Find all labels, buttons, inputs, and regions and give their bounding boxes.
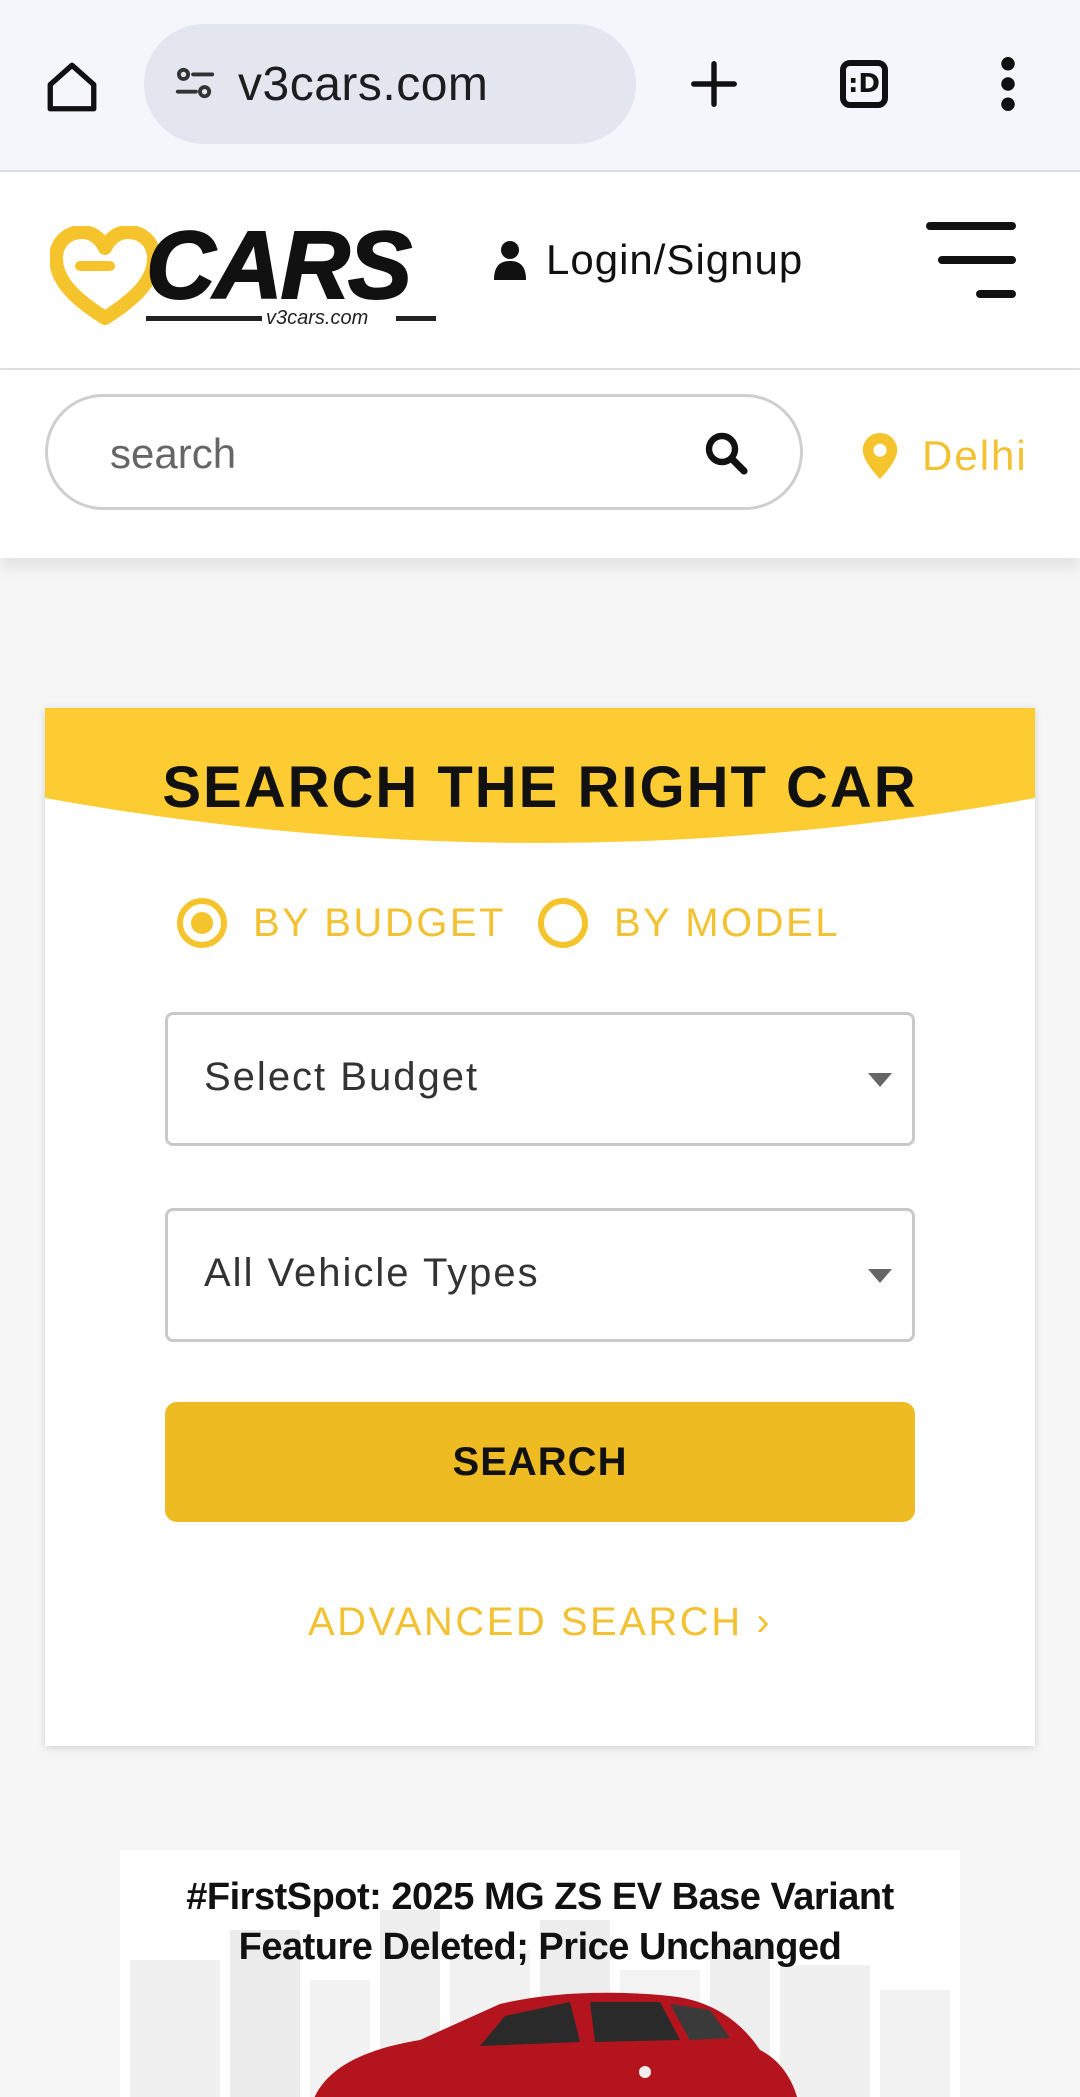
site-header: CARS v3cars.com Login/Signup (0, 172, 1080, 370)
article-banner[interactable]: #FirstSpot: 2025 MG ZS EV Base Variant F… (120, 1850, 960, 2097)
select-value: Select Budget (204, 1055, 480, 1099)
article-title-line: Feature Deleted; Price Unchanged (238, 1926, 842, 1968)
radio-label: BY BUDGET (253, 900, 506, 945)
advanced-search-link[interactable]: ADVANCED SEARCH › (45, 1600, 1035, 1645)
search-button[interactable]: SEARCH (165, 1402, 915, 1522)
menu-line-icon (976, 290, 1016, 298)
logo-heart-icon (50, 226, 160, 325)
logo-wordmark: CARS (145, 212, 413, 319)
menu-line-icon (926, 222, 1016, 230)
search-mode-options: BY BUDGET BY MODEL (177, 898, 872, 948)
radio-label: BY MODEL (613, 900, 840, 945)
search-field (45, 394, 803, 510)
vehicle-type-select[interactable]: All Vehicle Types (165, 1208, 915, 1342)
search-input[interactable] (108, 425, 672, 483)
car-image (314, 1992, 797, 2097)
card-title: SEARCH THE RIGHT CAR (162, 755, 918, 820)
budget-select[interactable]: Select Budget (165, 1012, 915, 1146)
article-title-line: #FirstSpot: 2025 MG ZS EV Base Variant (186, 1876, 894, 1918)
home-icon (47, 62, 97, 112)
site-logo[interactable]: CARS v3cars.com (50, 212, 450, 329)
article-title: #FirstSpot: 2025 MG ZS EV Base Variant F… (120, 1872, 960, 1972)
car-finder-card: SEARCH THE RIGHT CAR BY BUDGET BY MODEL … (45, 708, 1035, 1746)
tab-switcher-button[interactable]: :D (822, 42, 906, 126)
new-tab-button[interactable] (672, 42, 756, 126)
address-bar[interactable]: v3cars.com (144, 24, 636, 144)
browser-toolbar: v3cars.com :D (0, 0, 1080, 172)
hamburger-menu-button[interactable] (920, 220, 1016, 300)
map-pin-icon (862, 433, 898, 479)
location-label: Delhi (922, 432, 1028, 479)
menu-line-icon (938, 256, 1016, 264)
caret-down-icon (868, 1269, 892, 1283)
search-icon[interactable] (702, 429, 750, 477)
tab-count: :D (840, 60, 888, 108)
site-settings-icon[interactable] (170, 59, 220, 109)
login-signup-link[interactable]: Login/Signup (494, 230, 803, 290)
kebab-menu-icon (1001, 57, 1015, 111)
caret-down-icon (868, 1073, 892, 1087)
more-options-button[interactable] (966, 42, 1050, 126)
select-value: All Vehicle Types (204, 1251, 540, 1295)
logo-underline (146, 316, 262, 321)
logo-underline-right (396, 316, 436, 321)
radio-by-budget[interactable]: BY BUDGET (177, 898, 506, 948)
logo-domain: v3cars.com (266, 307, 369, 329)
radio-unselected-icon (537, 898, 588, 948)
radio-by-model[interactable]: BY MODEL (537, 898, 840, 948)
user-icon (494, 241, 526, 280)
login-label: Login/Signup (546, 236, 804, 283)
search-bar-row: Delhi (0, 370, 1080, 558)
location-selector[interactable]: Delhi (862, 432, 1028, 480)
home-button[interactable] (30, 45, 114, 129)
radio-selected-icon (177, 898, 227, 948)
url-text[interactable]: v3cars.com (238, 57, 488, 112)
plus-icon (691, 61, 737, 107)
